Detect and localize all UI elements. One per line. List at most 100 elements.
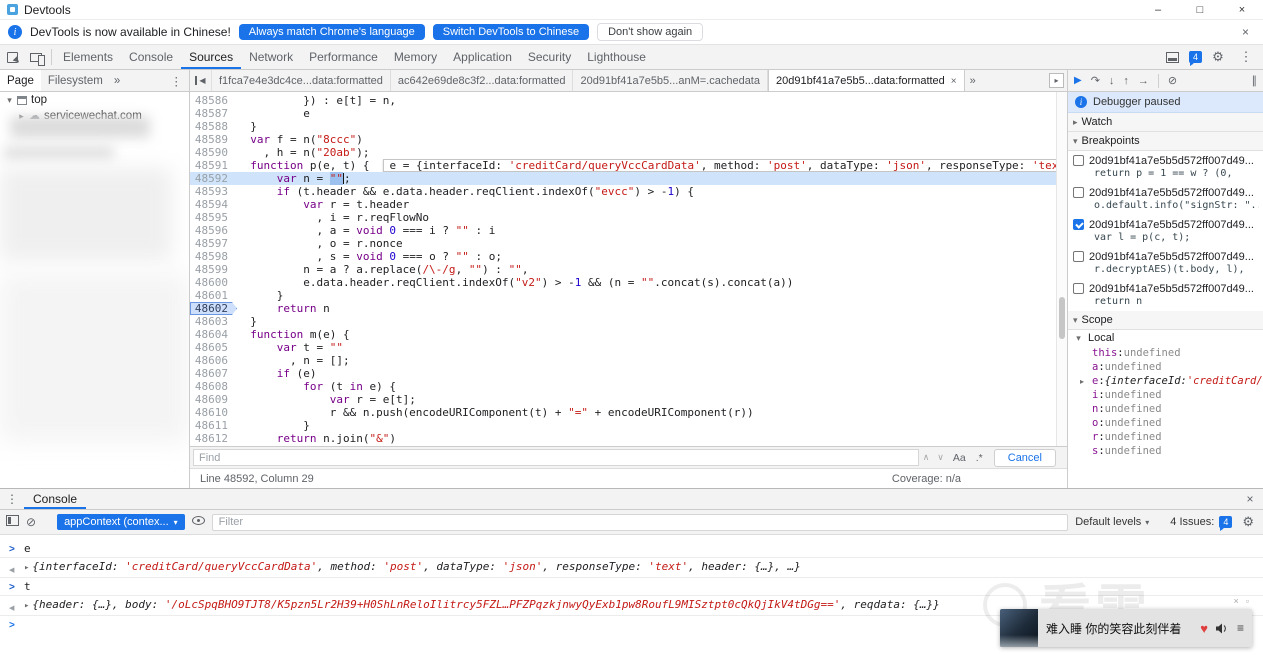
pause-on-exceptions-icon[interactable]: ∥ xyxy=(1252,74,1258,87)
code-line-text[interactable]: var t = "" xyxy=(237,341,1056,354)
breakpoint-checkbox[interactable] xyxy=(1073,155,1084,166)
editor-tab[interactable]: 20d91bf41a7e5b5...data:formatted × xyxy=(767,70,965,91)
code-line-text[interactable]: , h = n("20ab"); xyxy=(237,146,1056,159)
navigator-tabs-overflow[interactable]: » xyxy=(110,70,124,91)
panel-tab-lighthouse[interactable]: Lighthouse xyxy=(579,45,654,69)
code-line-text[interactable]: var r = t.header xyxy=(237,198,1056,211)
code-line-text[interactable]: }) : e[t] = n, xyxy=(237,94,1056,107)
scope-variable[interactable]: a: undefined xyxy=(1068,360,1263,374)
breakpoint-entry[interactable]: 20d91bf41a7e5b5d572ff007d49... return n xyxy=(1068,279,1263,311)
clear-console-icon[interactable]: ⊘ xyxy=(26,515,36,529)
code-line-text[interactable]: var n = ""; xyxy=(237,172,1056,185)
code-line-text[interactable]: e xyxy=(237,107,1056,120)
console-filter-input[interactable] xyxy=(211,513,1069,531)
panel-tab-network[interactable]: Network xyxy=(241,45,301,69)
breakpoint-checkbox[interactable] xyxy=(1073,251,1084,262)
more-options-icon[interactable]: ⋮ xyxy=(1234,49,1258,65)
code-line-text[interactable]: if (t.header && e.data.header.reqClient.… xyxy=(237,185,1056,198)
editor-tabs-overflow[interactable]: » xyxy=(965,70,981,91)
breakpoint-checkbox[interactable] xyxy=(1073,187,1084,198)
code-line-text[interactable]: for (t in e) { xyxy=(237,380,1056,393)
breakpoint-entry[interactable]: 20d91bf41a7e5b5d572ff007d49... return p =… xyxy=(1068,151,1263,183)
scope-variable[interactable]: n: undefined xyxy=(1068,402,1263,416)
breakpoint-checkbox[interactable] xyxy=(1073,283,1084,294)
editor-scrollbar[interactable] xyxy=(1056,92,1067,446)
tab-console[interactable]: Console xyxy=(24,489,86,509)
log-levels-dropdown[interactable]: Default levels ▾ xyxy=(1075,516,1149,528)
code-line-text[interactable]: return n.join("&") xyxy=(237,432,1056,445)
panel-tab-elements[interactable]: Elements xyxy=(55,45,121,69)
console-drawer-icon[interactable] xyxy=(1161,51,1185,63)
code-line-text[interactable]: , i = r.reqFlowNo xyxy=(237,211,1056,224)
breakpoint-entry[interactable]: 20d91bf41a7e5b5d572ff007d49... var l = p(… xyxy=(1068,215,1263,247)
scope-variable[interactable]: r: undefined xyxy=(1068,430,1263,444)
deactivate-breakpoints-icon[interactable]: ⊘ xyxy=(1168,74,1177,87)
player-expand-icon[interactable]: ▫ xyxy=(1246,596,1249,606)
scope-local-group[interactable]: ▾ Local xyxy=(1068,330,1263,346)
live-expression-icon[interactable] xyxy=(191,516,205,528)
scope-variable[interactable]: s: undefined xyxy=(1068,444,1263,458)
navigator-tab-filesystem[interactable]: Filesystem xyxy=(41,70,110,91)
find-next-icon[interactable]: ∨ xyxy=(933,452,948,463)
music-player[interactable]: 难入睡 你的笑容此刻伴着 ♥ ≡ xyxy=(1000,609,1252,647)
editor-tab[interactable]: f1fca7e4e3dc4ce...data:formatted xyxy=(212,70,391,91)
breakpoints-section-header[interactable]: ▾ Breakpoints xyxy=(1068,132,1263,151)
step-out-icon[interactable]: ↑ xyxy=(1123,75,1129,87)
code-line-text[interactable]: var r = e[t]; xyxy=(237,393,1056,406)
infobar-close-icon[interactable]: × xyxy=(1236,25,1255,39)
find-input[interactable] xyxy=(193,449,919,466)
drawer-menu-icon[interactable]: ⋮ xyxy=(0,489,24,509)
step-over-icon[interactable]: ↷ xyxy=(1091,74,1100,87)
js-context-selector[interactable]: appContext (contex... ▾ xyxy=(57,514,185,530)
cancel-button[interactable]: Cancel xyxy=(993,448,1056,467)
console-result-row[interactable]: ◀ ▸ {interfaceId: 'creditCard/queryVccCard… xyxy=(0,558,1263,578)
code-area-lines[interactable]: 48586 }) : e[t] = n, 48587 e 48588 } 48589 … xyxy=(190,92,1056,446)
find-previous-icon[interactable]: ∧ xyxy=(919,452,934,463)
code-line-text[interactable]: , a = void 0 === i ? "" : i xyxy=(237,224,1056,237)
breakpoint-checkbox[interactable] xyxy=(1073,219,1084,230)
breakpoint-marker[interactable]: 48602 xyxy=(190,302,237,315)
breakpoint-entry[interactable]: 20d91bf41a7e5b5d572ff007d49... o.default.… xyxy=(1068,183,1263,215)
match-case-button[interactable]: Aa xyxy=(948,452,971,464)
code-line-text[interactable]: } xyxy=(237,419,1056,432)
issues-counter[interactable]: 4 Issues: 4 xyxy=(1170,516,1233,531)
toggle-navigator-icon[interactable]: ◀ xyxy=(190,70,212,91)
scope-variable[interactable]: this: undefined xyxy=(1068,346,1263,360)
code-line-text[interactable]: , s = void 0 === o ? "" : o; xyxy=(237,250,1056,263)
editor-tab[interactable]: 20d91bf41a7e5b5...anM=.cachedata xyxy=(573,70,768,91)
step-icon[interactable]: → xyxy=(1138,75,1149,87)
code-line-text[interactable]: } xyxy=(237,315,1056,328)
player-close-icon[interactable]: × xyxy=(1234,596,1239,606)
code-line-text[interactable]: if (e) xyxy=(237,367,1056,380)
panel-tab-performance[interactable]: Performance xyxy=(301,45,386,69)
code-line-text[interactable]: return n xyxy=(237,302,1056,315)
tree-item[interactable]: ▾ top xyxy=(0,92,189,108)
speaker-icon[interactable] xyxy=(1215,623,1229,634)
dont-show-again-button[interactable]: Don't show again xyxy=(597,23,704,41)
settings-gear-icon[interactable]: ⚙ xyxy=(1206,49,1230,65)
scope-section-header[interactable]: ▾ Scope xyxy=(1068,311,1263,330)
step-into-icon[interactable]: ↓ xyxy=(1109,75,1115,87)
code-line-text[interactable]: var f = n("8ccc") xyxy=(237,133,1056,146)
regex-button[interactable]: .* xyxy=(971,452,988,464)
device-toolbar-icon[interactable] xyxy=(24,45,48,69)
inspect-icon[interactable] xyxy=(0,45,24,69)
issues-count-badge[interactable]: 4 xyxy=(1188,51,1202,66)
console-input-row[interactable]: > e xyxy=(0,540,1263,558)
panel-tab-sources[interactable]: Sources xyxy=(181,45,241,69)
watch-section-header[interactable]: ▸ Watch xyxy=(1068,113,1263,132)
close-tab-icon[interactable]: × xyxy=(951,76,957,87)
code-line-text[interactable]: n = a ? a.replace(/\-/g, "") : "", xyxy=(237,263,1056,276)
navigator-tab-page[interactable]: Page xyxy=(0,70,41,91)
code-line-text[interactable]: , n = []; xyxy=(237,354,1056,367)
console-sidebar-icon[interactable] xyxy=(6,515,19,529)
switch-to-chinese-button[interactable]: Switch DevTools to Chinese xyxy=(432,24,590,40)
match-chrome-language-button[interactable]: Always match Chrome's language xyxy=(238,24,425,40)
panel-tab-memory[interactable]: Memory xyxy=(386,45,445,69)
panel-tab-console[interactable]: Console xyxy=(121,45,181,69)
maximize-button[interactable]: □ xyxy=(1179,0,1221,19)
editor-overflow-icon[interactable]: ▸ xyxy=(1049,73,1064,88)
code-line-text[interactable]: } xyxy=(237,289,1056,302)
album-art[interactable] xyxy=(1000,609,1038,647)
like-heart-icon[interactable]: ♥ xyxy=(1200,621,1208,636)
